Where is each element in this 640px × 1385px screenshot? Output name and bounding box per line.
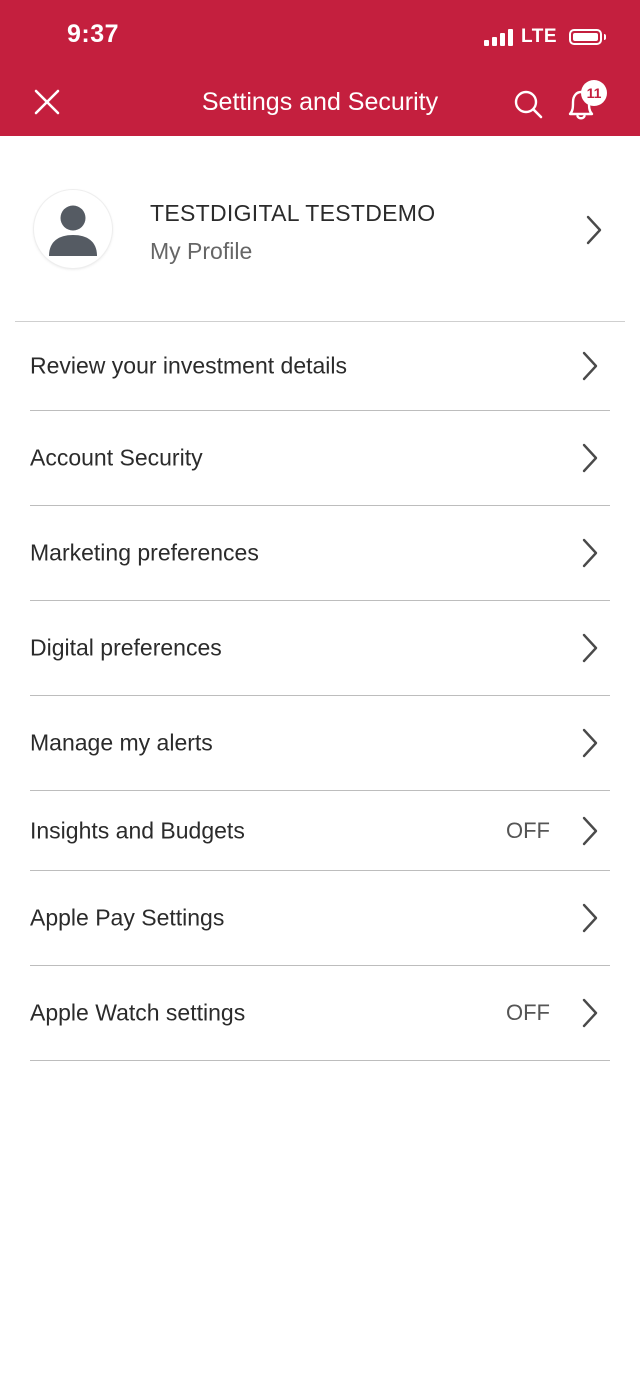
menu-item-status: OFF [506, 1000, 550, 1025]
chevron-right-icon [580, 632, 600, 664]
menu-item-digital-preferences[interactable]: Digital preferences [30, 601, 610, 696]
menu-item-manage-alerts[interactable]: Manage my alerts [30, 696, 610, 791]
menu-item-marketing-preferences[interactable]: Marketing preferences [30, 506, 610, 601]
menu-item-label: Insights and Budgets [30, 817, 245, 843]
chevron-right-icon [584, 214, 604, 246]
menu-item-label: Marketing preferences [30, 539, 259, 566]
settings-menu: Review your investment details Account S… [30, 322, 610, 1061]
header-bar: 9:37 LTE Settings and Security 11 [0, 0, 640, 136]
chevron-right-icon [580, 902, 600, 934]
menu-item-label: Account Security [30, 444, 203, 471]
status-indicators: LTE [484, 24, 606, 50]
person-icon [49, 205, 97, 256]
menu-item-label: Apple Pay Settings [30, 904, 225, 931]
menu-item-investment-details[interactable]: Review your investment details [30, 322, 610, 411]
menu-item-insights-budgets[interactable]: Insights and Budgets OFF [30, 791, 610, 871]
status-time: 9:37 [67, 20, 120, 48]
profile-subtitle: My Profile [150, 238, 253, 264]
battery-icon [569, 29, 606, 45]
network-type: LTE [521, 26, 557, 47]
menu-item-label: Review your investment details [30, 352, 348, 379]
menu-item-apple-watch-settings[interactable]: Apple Watch settings OFF [30, 966, 610, 1061]
menu-item-label: Apple Watch settings [30, 999, 246, 1026]
search-icon [514, 90, 543, 119]
profile-row[interactable]: TESTDIGITAL TESTDEMO My Profile [15, 136, 625, 322]
menu-item-account-security[interactable]: Account Security [30, 411, 610, 506]
chevron-right-icon [580, 537, 600, 569]
chevron-right-icon [580, 815, 600, 847]
chevron-right-icon [580, 350, 600, 382]
menu-item-label: Manage my alerts [30, 729, 213, 756]
profile-name: TESTDIGITAL TESTDEMO [150, 200, 436, 226]
menu-item-status: OFF [506, 817, 550, 843]
menu-item-apple-pay-settings[interactable]: Apple Pay Settings [30, 871, 610, 966]
notification-badge: 11 [581, 80, 607, 106]
chevron-right-icon [580, 442, 600, 474]
signal-icon [484, 28, 514, 46]
avatar [34, 190, 112, 268]
menu-item-label: Digital preferences [30, 634, 222, 661]
search-button[interactable] [510, 86, 546, 122]
chevron-right-icon [580, 727, 600, 759]
chevron-right-icon [580, 997, 600, 1029]
